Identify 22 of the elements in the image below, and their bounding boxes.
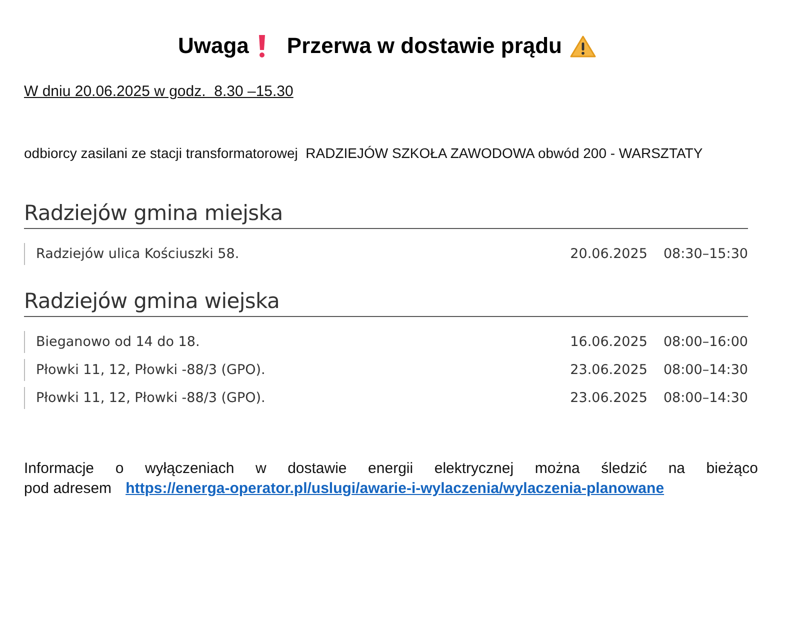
place-text: Płowki 11, 12, Płowki -88/3 (GPO). xyxy=(36,362,266,378)
place-text: Płowki 11, 12, Płowki -88/3 (GPO). xyxy=(36,390,266,406)
hours-text: 08:00–14:30 xyxy=(663,362,748,378)
title-text: Przerwa w dostawie prądu xyxy=(286,33,562,59)
recipients-text: odbiorcy zasilani ze stacji transformatorowej RADZIEJÓW SZKOŁA ZAWODOWA obwód 200 - WARSZTATY xyxy=(24,145,703,161)
date-text: 23.06.2025 xyxy=(570,390,648,406)
place-text: Radziejów ulica Kościuszki 58. xyxy=(36,246,240,262)
date-text: 23.06.2025 xyxy=(570,362,648,378)
hours-text: 08:30–15:30 xyxy=(663,246,748,262)
warning-icon xyxy=(570,34,596,58)
hours-text: 08:00–16:00 xyxy=(663,334,748,350)
date-line: W dniu 20.06.2025 w godz. 8.30 –15.30 xyxy=(24,83,294,100)
place-text: Bieganowo od 14 do 18. xyxy=(36,334,201,350)
section-heading: Radziejów gmina miejska xyxy=(24,201,748,229)
hours-text: 08:00–14:30 xyxy=(663,390,748,406)
info-link[interactable]: https://energa-operator.pl/uslugi/awarie-i-wylaczenia/wylaczenia-planowane xyxy=(126,480,664,497)
date-text: 20.06.2025 xyxy=(570,246,648,262)
section-heading: Radziejów gmina wiejska xyxy=(24,289,748,317)
title-text: Uwaga xyxy=(178,33,249,59)
date-text: 16.06.2025 xyxy=(570,334,648,350)
info-text: Informacje o wyłączeniach w dostawie energii elektrycznej można śledzić na bieżąco pod adresem https://energa-operator.pl/uslugi/awarie-i-wylaczenia/wylaczenia-planowane xyxy=(24,459,758,499)
exclamation-icon xyxy=(256,34,267,58)
